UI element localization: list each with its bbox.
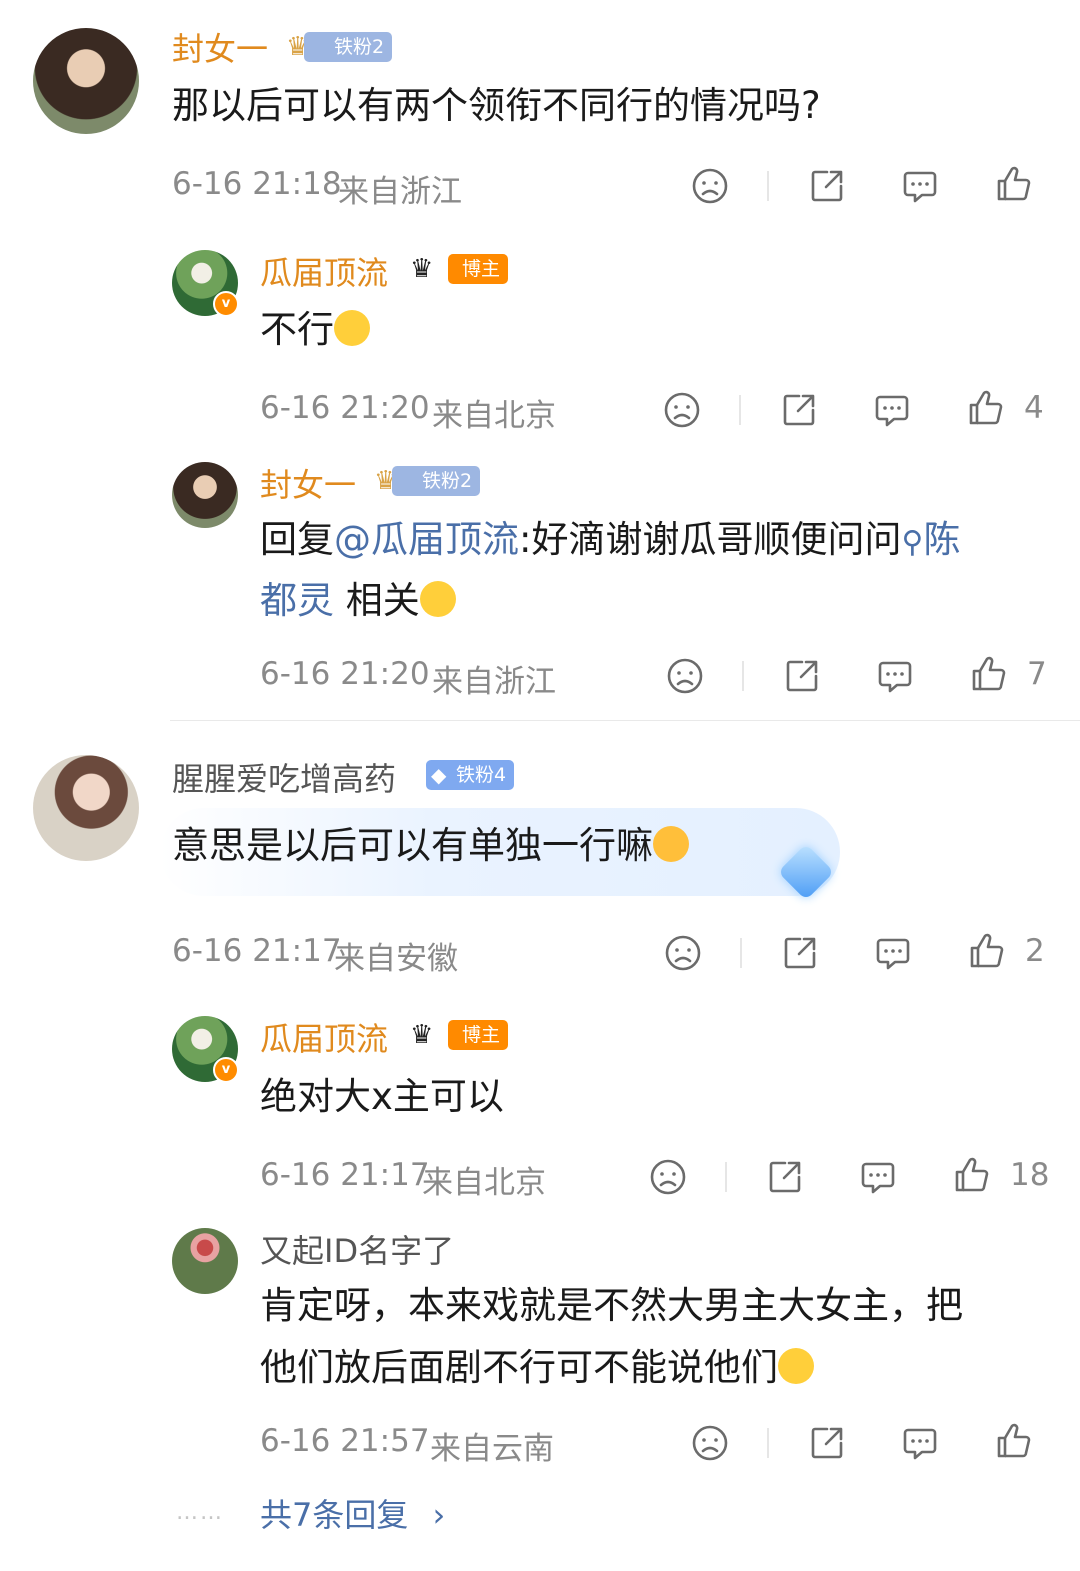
more-replies-link[interactable]: 共7条回复 › (260, 1490, 445, 1536)
reply-prefix: 回复 (260, 518, 334, 561)
blogger-badge: 博主 (448, 1020, 509, 1050)
comment-location: 来自北京 (422, 1165, 546, 1201)
sad-face-icon[interactable] (662, 390, 702, 430)
like-count: 7 (1027, 656, 1047, 692)
like-count: 18 (1010, 1157, 1050, 1193)
comment-location: 来自安徽 (334, 941, 458, 977)
pleading-emoji-icon (419, 580, 456, 617)
sad-face-icon[interactable] (665, 656, 705, 696)
comment-time: 6-16 21:17 (172, 933, 342, 969)
thumbs-up-icon[interactable] (994, 164, 1034, 204)
thumbs-up-icon[interactable] (994, 1421, 1034, 1461)
comment-icon[interactable] (875, 656, 915, 696)
fan-level-badge[interactable]: 铁粉2 (392, 466, 481, 496)
thumbs-up-icon[interactable] (952, 1155, 992, 1195)
sad-face-icon[interactable] (648, 1157, 688, 1197)
flower-emoji-icon (653, 825, 689, 862)
comment-text-content: 不行 (260, 308, 334, 351)
comment-text: 肯定呀，本来戏就是不然大男主大女主，把 (260, 1284, 963, 1327)
more-replies-label: 共7条回复 (260, 1496, 409, 1534)
username[interactable]: 封女一 (172, 24, 268, 70)
share-icon[interactable] (807, 166, 847, 206)
crown-icon: ♛ (410, 1020, 434, 1050)
comment-text-content: 相关 (334, 579, 420, 622)
avatar[interactable] (172, 462, 238, 528)
comment-time: 6-16 21:20 (260, 390, 430, 426)
comment-location: 来自云南 (430, 1431, 554, 1467)
comment-text-content: 意思是以后可以有单独一行嘛 (172, 824, 653, 867)
sad-face-icon[interactable] (690, 1423, 730, 1463)
comment-icon[interactable] (873, 933, 913, 973)
username[interactable]: 腥腥爱吃增高药 (172, 754, 396, 800)
section-divider (170, 720, 1080, 721)
comment-time: 6-16 21:20 (260, 656, 430, 692)
sad-face-icon[interactable] (690, 166, 730, 206)
like-count: 4 (1024, 390, 1044, 426)
comment-text-line2: 都灵 相关 (260, 571, 456, 631)
comment-text-content: 他们放后面剧不行可不能说他们 (260, 1346, 778, 1389)
blogger-badge: 博主 (448, 254, 509, 284)
comment-text: 不行 (260, 300, 370, 360)
avatar[interactable] (33, 28, 139, 134)
avatar[interactable] (172, 1228, 238, 1294)
username[interactable]: 瓜届顶流 (260, 248, 388, 294)
share-icon[interactable] (780, 933, 820, 973)
divider (739, 395, 741, 425)
comment-icon[interactable] (900, 166, 940, 206)
share-icon[interactable] (807, 1423, 847, 1463)
search-topic-text: 陈 (923, 518, 961, 561)
comment-location: 来自浙江 (338, 174, 462, 210)
thinking-emoji-icon (334, 309, 370, 346)
thinking-emoji-icon (778, 1347, 814, 1384)
divider (767, 1428, 769, 1458)
comment-text-content: :好滴谢谢瓜哥顺便问问 (519, 518, 902, 561)
search-icon: ⚲ (901, 525, 924, 560)
divider (725, 1162, 727, 1192)
thumbs-up-icon[interactable] (969, 654, 1009, 694)
share-icon[interactable] (782, 656, 822, 696)
verified-badge-icon: v (213, 291, 239, 317)
comment-time: 6-16 21:17 (260, 1157, 430, 1193)
share-icon[interactable] (779, 390, 819, 430)
divider (742, 661, 744, 691)
comment-text-line2: 他们放后面剧不行可不能说他们 (260, 1338, 814, 1398)
comment-location: 来自浙江 (432, 664, 556, 700)
search-topic-link[interactable]: ⚲陈 (901, 518, 960, 561)
search-topic-link[interactable]: 都灵 (260, 579, 334, 622)
more-dots: …… (176, 1500, 224, 1525)
fan-diamond-icon: ◆ (431, 763, 447, 787)
comment-time: 6-16 21:18 (172, 166, 342, 202)
comment-icon[interactable] (872, 390, 912, 430)
verified-badge-icon: v (213, 1057, 239, 1083)
avatar[interactable] (33, 755, 139, 861)
comment-text: 回复@瓜届顶流:好滴谢谢瓜哥顺便问问⚲陈 (260, 510, 1050, 573)
comment-text: 绝对大x主可以 (260, 1075, 504, 1118)
comment-time: 6-16 21:57 (260, 1423, 430, 1459)
comment-icon[interactable] (900, 1423, 940, 1463)
like-count: 2 (1025, 933, 1045, 969)
share-icon[interactable] (765, 1157, 805, 1197)
mention-link[interactable]: @瓜届顶流 (334, 518, 519, 561)
comment-text: 那以后可以有两个领衔不同行的情况吗? (172, 84, 821, 127)
username[interactable]: 封女一 (260, 460, 356, 506)
username[interactable]: 又起ID名字了 (260, 1226, 454, 1272)
fan-level-badge[interactable]: 铁粉2 (304, 32, 393, 62)
comment-text: 意思是以后可以有单独一行嘛 (172, 816, 689, 876)
divider (767, 171, 769, 201)
divider (740, 938, 742, 968)
sad-face-icon[interactable] (663, 933, 703, 973)
thumbs-up-icon[interactable] (967, 931, 1007, 971)
thumbs-up-icon[interactable] (966, 388, 1006, 428)
username[interactable]: 瓜届顶流 (260, 1014, 388, 1060)
comment-icon[interactable] (858, 1157, 898, 1197)
chevron-right-icon: › (432, 1496, 446, 1534)
crown-icon: ♛ (410, 254, 434, 284)
comment-location: 来自北京 (432, 398, 556, 434)
